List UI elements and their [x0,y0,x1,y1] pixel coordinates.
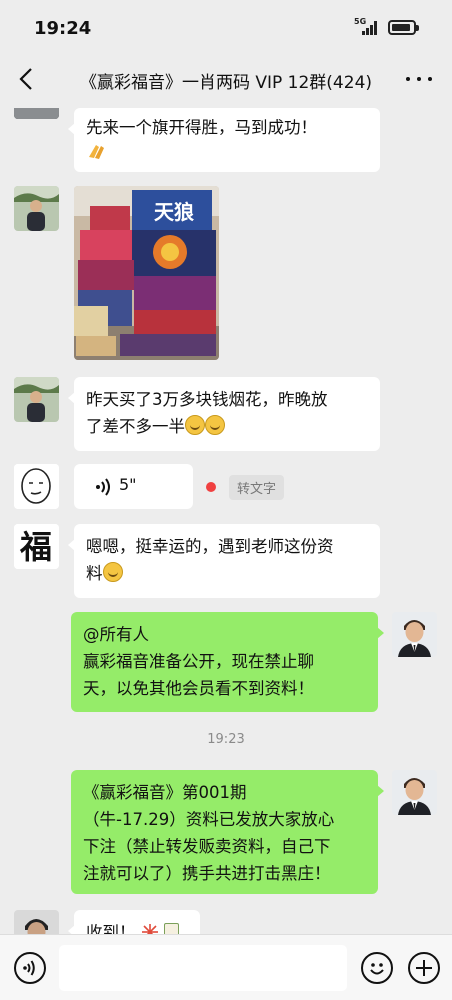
more-options-button[interactable] [406,66,432,92]
emoji-button[interactable] [361,952,393,984]
avatar-image [14,108,59,119]
avatar-image [14,186,59,231]
avatar-fu-character: 福 [19,528,52,566]
message-text: （牛-17.29）资料已发放大家放心 [83,810,335,829]
unread-indicator [206,482,216,492]
chat-header: 《赢彩福音》一肖两码 VIP 12群(424) [0,52,452,108]
avatar-image: 福 [14,524,59,569]
chevron-left-icon [19,68,32,90]
avatar-image [14,910,59,934]
message-text-input[interactable] [59,945,347,991]
message-text: 《赢彩福音》第001期 [83,783,247,802]
voice-wave-icon [96,478,110,496]
plus-icon [416,960,432,976]
message-bubble[interactable]: @所有人 赢彩福音准备公开，现在禁止聊 天，以免其他会员看不到资料！ [71,612,384,712]
message-text: 收到！ [86,923,136,934]
fireworks-photo: 天狼 [74,186,219,360]
message-text: 了差不多一半 [86,417,185,436]
voice-duration: 5" [119,475,137,494]
clap-emoji-icon [86,141,108,161]
message-bubble[interactable]: 先来一个旗开得胜，马到成功！ [68,108,380,172]
avatar[interactable]: 福 [14,524,59,569]
message-text: 下注（禁止转发贩卖资料，自己下 [83,837,331,856]
avatar[interactable] [14,464,59,509]
voice-message[interactable]: 5" [74,464,193,509]
firework-emoji-icon [141,922,159,934]
message-text: 天，以免其他会员看不到资料！ [83,679,314,698]
thinking-emoji-icon [185,415,205,435]
voice-icon [23,960,35,976]
battery-level [392,24,410,31]
message-text: 注就可以了）携手共进打击黑庄！ [83,864,331,883]
message-image[interactable]: 天狼 [74,186,219,360]
message-bubble[interactable]: 收到！ [68,910,200,934]
avatar[interactable] [14,108,59,119]
status-bar: 19:24 5G [0,0,452,52]
timestamp: 19:23 [207,732,245,747]
message-text: 昨天买了3万多块钱烟花，昨晚放 [86,390,328,409]
message-bubble[interactable]: 《赢彩福音》第001期 （牛-17.29）资料已发放大家放心 下注（禁止转发贩卖… [71,770,384,894]
avatar-image [14,464,59,509]
photo-sign-text: 天狼 [154,200,195,224]
message-text: 嗯嗯，挺幸运的，遇到老师这份资 [86,537,334,556]
avatar-image [392,612,437,657]
back-button[interactable] [14,64,44,94]
status-time: 19:24 [34,18,92,39]
battery-icon [388,20,419,35]
message-list[interactable]: 先来一个旗开得胜，马到成功！ 天狼 昨天买了3万多块钱烟花，昨晚放 了差不多一半… [0,108,452,934]
message-text: 料 [86,564,103,583]
smile-icon [370,963,384,975]
dot-icon [428,77,432,81]
avatar-image [14,377,59,422]
avatar[interactable] [392,770,437,815]
message-input-bar [0,934,452,1000]
more-functions-button[interactable] [408,952,440,984]
message-text: 先来一个旗开得胜，马到成功！ [86,118,317,137]
avatar[interactable] [14,377,59,422]
avatar[interactable] [392,612,437,657]
thinking-emoji-icon [205,415,225,435]
voice-input-button[interactable] [14,952,46,984]
message-text: @所有人 [83,625,149,644]
avatar-image [392,770,437,815]
convert-to-text-button[interactable]: 转文字 [229,475,285,500]
message-bubble[interactable]: 嗯嗯，挺幸运的，遇到老师这份资 料 [68,524,380,598]
message-text: 赢彩福音准备公开，现在禁止聊 [83,652,314,671]
dot-icon [406,77,410,81]
message-bubble[interactable]: 昨天买了3万多块钱烟花，昨晚放 了差不多一半 [68,377,380,451]
dot-icon [417,77,421,81]
avatar[interactable] [14,910,59,934]
mahjong-emoji-icon [164,923,179,934]
grin-emoji-icon [102,562,123,582]
avatar[interactable] [14,186,59,231]
chat-title: 《赢彩福音》一肖两码 VIP 12群(424) [79,73,373,93]
signal-icon [362,21,380,35]
